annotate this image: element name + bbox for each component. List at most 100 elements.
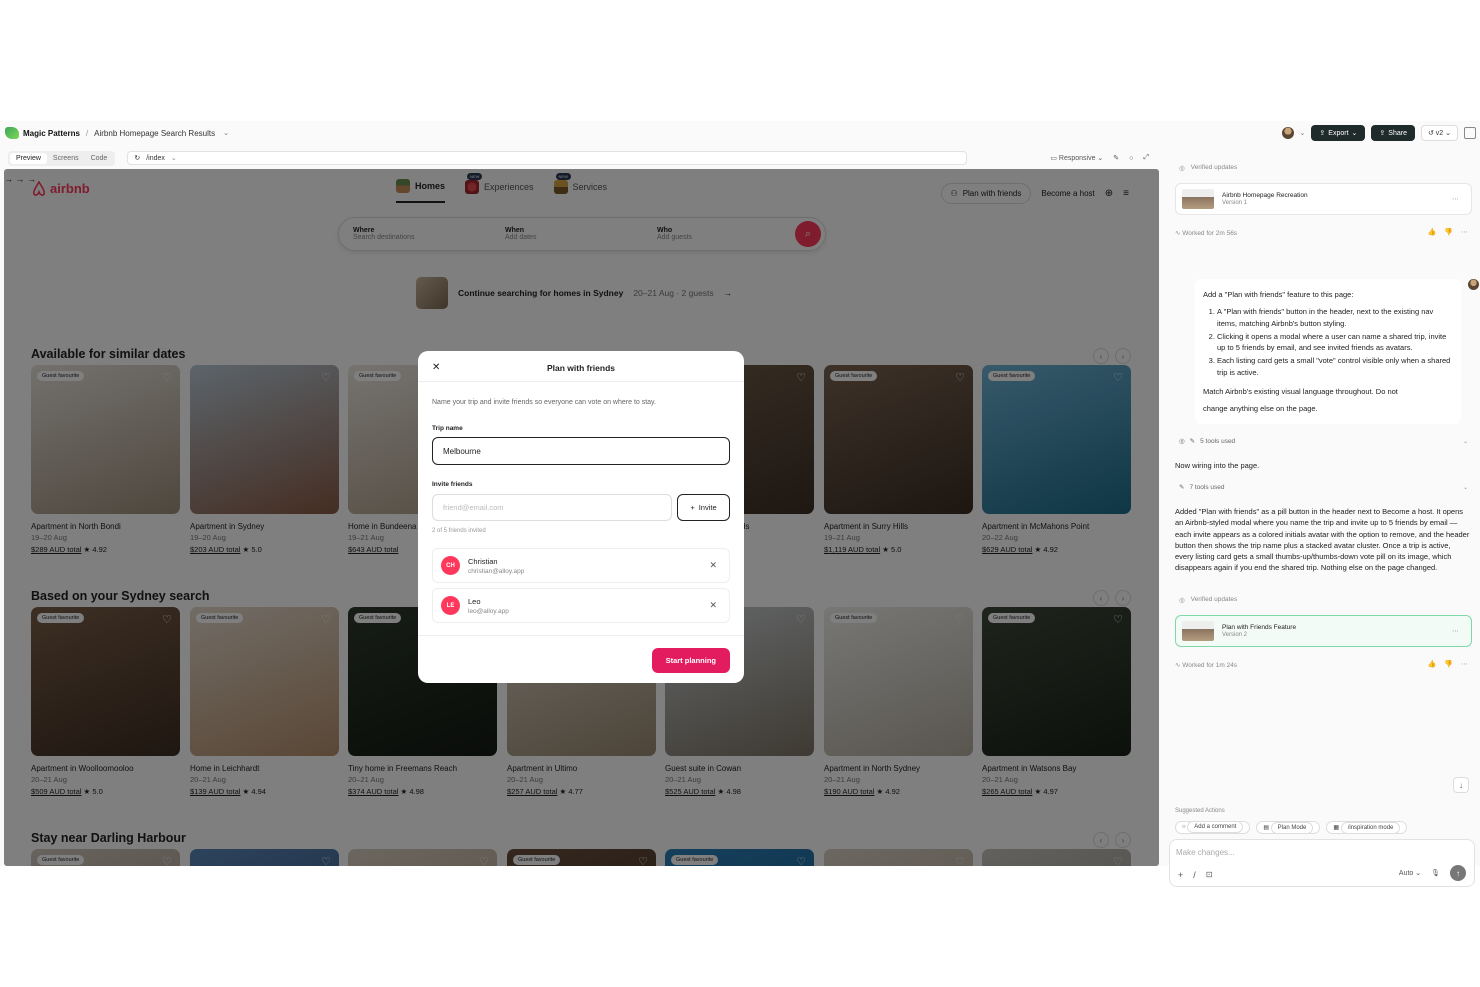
version-card-2[interactable]: Plan with Friends Feature Version 2 ⋯ bbox=[1175, 615, 1472, 647]
magic-patterns-logo-icon[interactable] bbox=[5, 127, 19, 139]
app-window: Magic Patterns / Airbnb Homepage Search … bbox=[0, 121, 1480, 887]
thumbs-down-icon[interactable]: 👎 bbox=[1444, 228, 1453, 236]
chevron-down-icon[interactable]: ⌄ bbox=[1463, 438, 1468, 445]
preview-toolbar: Preview Screens Code ↻ /index ⌄ ▭ Respon… bbox=[4, 148, 1159, 168]
pencil-icon: ✎ bbox=[1189, 438, 1196, 445]
send-button[interactable]: ↑ bbox=[1450, 865, 1466, 881]
comment-icon[interactable]: ○ bbox=[1129, 155, 1133, 162]
edit-icon[interactable]: ✎ bbox=[1113, 154, 1119, 162]
start-planning-button[interactable]: Start planning bbox=[651, 648, 730, 673]
chevron-down-icon[interactable]: ⌄ bbox=[1300, 129, 1306, 137]
add-comment-chip[interactable]: ○ Add a comment bbox=[1175, 821, 1251, 834]
invite-button[interactable]: + Invite bbox=[677, 494, 730, 521]
tab-screens[interactable]: Screens bbox=[47, 153, 85, 164]
verified-updates-2: ◎ Verified updates bbox=[1179, 596, 1237, 604]
panel-toggle-icon[interactable] bbox=[1464, 127, 1476, 139]
viewport-selector[interactable]: ▭ Responsive ⌄ bbox=[1050, 154, 1103, 162]
slash-command-icon[interactable]: / bbox=[1193, 870, 1196, 880]
inspiration-mode-chip[interactable]: ▦ /inspiration mode bbox=[1326, 821, 1408, 834]
refresh-icon[interactable]: ↻ bbox=[134, 154, 140, 162]
friend-email-input[interactable]: friend@email.com bbox=[432, 494, 672, 521]
export-button[interactable]: ⇪ Export ⌄ bbox=[1311, 125, 1366, 141]
arrow-up-icon: ↑ bbox=[1456, 868, 1460, 878]
scroll-down-button[interactable]: ↓ bbox=[1453, 777, 1469, 793]
user-avatar[interactable] bbox=[1281, 127, 1294, 139]
chat-composer[interactable]: Make changes... + / ⊡ Auto ⌄ 🎙 ↑ bbox=[1169, 839, 1475, 887]
plan-mode-chip[interactable]: ▤ Plan Mode bbox=[1256, 821, 1321, 834]
version-thumbnail bbox=[1182, 189, 1214, 209]
worked-time-1: ∿ Worked for 2m 56s bbox=[1175, 229, 1237, 237]
version-selector[interactable]: ↺ v2 ⌄ bbox=[1420, 125, 1458, 141]
suggested-actions: ○ Add a comment ▤ Plan Mode ▦ /inspirati… bbox=[1175, 821, 1408, 834]
preview-tools: ▭ Responsive ⌄ ✎ ○ ⤢ bbox=[1050, 154, 1149, 162]
top-bar: Magic Patterns / Airbnb Homepage Search … bbox=[0, 121, 1480, 145]
friend-email: christian@alloy.app bbox=[468, 567, 525, 575]
model-selector[interactable]: Auto ⌄ bbox=[1399, 869, 1421, 877]
chevron-down-icon[interactable]: ⌄ bbox=[171, 154, 177, 162]
chip-label: Plan Mode bbox=[1270, 822, 1314, 834]
breadcrumb-separator: / bbox=[85, 128, 89, 138]
prompt-item: A "Plan with friends" button in the head… bbox=[1217, 306, 1453, 329]
history-icon: ↺ bbox=[1427, 130, 1436, 137]
plus-icon: + bbox=[690, 503, 695, 512]
version-subtitle: Version 2 bbox=[1222, 632, 1248, 638]
more-icon[interactable]: ⋯ bbox=[1461, 228, 1468, 236]
top-actions: ⌄ ⇪ Export ⌄ ⇪ Share ↺ v2 ⌄ bbox=[1281, 123, 1480, 143]
expand-icon[interactable]: ⤢ bbox=[1143, 154, 1149, 162]
thumbs-down-icon[interactable]: 👎 bbox=[1444, 660, 1453, 668]
invite-label: Invite bbox=[698, 503, 717, 512]
view-tabs: Preview Screens Code bbox=[8, 150, 116, 166]
more-icon[interactable]: ⋯ bbox=[1461, 660, 1468, 668]
tab-code[interactable]: Code bbox=[85, 153, 114, 164]
composer-right: Auto ⌄ 🎙 ↑ bbox=[1399, 865, 1466, 881]
export-icon: ⇪ bbox=[1319, 130, 1326, 137]
chat-panel: ◎ Verified updates Airbnb Homepage Recrea… bbox=[1163, 145, 1480, 887]
tools-used-2[interactable]: ✎ 7 tools used bbox=[1179, 483, 1225, 492]
friend-avatar: LE bbox=[441, 596, 460, 615]
microphone-icon[interactable]: 🎙 bbox=[1431, 869, 1440, 877]
user-prompt: Add a "Plan with friends" feature to thi… bbox=[1195, 279, 1461, 425]
prompt-outro: Match Airbnb's existing visual language … bbox=[1203, 386, 1398, 396]
share-button[interactable]: ⇪ Share bbox=[1371, 125, 1415, 141]
prompt-list: A "Plan with friends" button in the head… bbox=[1217, 306, 1453, 378]
chip-label: /inspiration mode bbox=[1340, 822, 1401, 834]
thumbs-up-icon[interactable]: 👍 bbox=[1428, 228, 1437, 236]
brand-name[interactable]: Magic Patterns bbox=[23, 129, 80, 138]
chevron-down-icon[interactable]: ⌄ bbox=[223, 129, 229, 137]
composer-placeholder: Make changes... bbox=[1176, 848, 1235, 857]
more-icon[interactable]: ⋯ bbox=[1452, 195, 1459, 203]
plus-icon[interactable]: + bbox=[1178, 870, 1183, 880]
version-card-1[interactable]: Airbnb Homepage Recreation Version 1 ⋯ bbox=[1175, 183, 1472, 215]
share-icon: ⇪ bbox=[1379, 130, 1386, 137]
trip-name-label: Trip name bbox=[432, 425, 463, 432]
attach-icon[interactable]: ⊡ bbox=[1206, 870, 1213, 880]
chip-label: Add a comment bbox=[1187, 821, 1244, 833]
url-bar[interactable]: ↻ /index ⌄ bbox=[127, 151, 968, 165]
friend-name: Christian bbox=[468, 556, 498, 566]
chevron-down-icon[interactable]: ⌄ bbox=[1463, 484, 1468, 491]
model-label: Auto bbox=[1398, 870, 1414, 877]
assistant-message: Now wiring into the page. bbox=[1175, 461, 1260, 470]
assistant-summary: Added "Plan with friends" as a pill butt… bbox=[1175, 507, 1470, 573]
trip-name-input[interactable]: Melbourne bbox=[432, 437, 730, 465]
remove-friend-icon[interactable]: ✕ bbox=[709, 560, 717, 571]
url-path[interactable]: /index bbox=[146, 155, 165, 162]
check-circle-icon: ◎ bbox=[1179, 597, 1185, 604]
invite-count: 2 of 5 friends invited bbox=[432, 528, 486, 534]
pencil-icon: ✎ bbox=[1179, 484, 1185, 491]
verified-label: Verified updates bbox=[1190, 596, 1238, 603]
thumbs-up-icon[interactable]: 👍 bbox=[1428, 660, 1437, 668]
project-title[interactable]: Airbnb Homepage Search Results bbox=[94, 129, 215, 138]
version-subtitle: Version 1 bbox=[1222, 200, 1248, 206]
tools-used-1[interactable]: ◎ ✎ 5 tools used bbox=[1179, 437, 1235, 446]
preview-canvas: airbnb Homes NEW Experiences NEW Service… bbox=[4, 169, 1159, 866]
prompt-intro: Add a "Plan with friends" feature to thi… bbox=[1203, 290, 1354, 299]
friend-row: LE Leo leo@alloy.app ✕ bbox=[432, 588, 730, 623]
remove-friend-icon[interactable]: ✕ bbox=[709, 600, 717, 611]
friend-name: Leo bbox=[468, 596, 481, 606]
check-circle-icon: ◎ bbox=[1179, 165, 1185, 172]
more-icon[interactable]: ⋯ bbox=[1452, 627, 1459, 635]
tab-preview[interactable]: Preview bbox=[10, 152, 47, 164]
composer-tools: + / ⊡ bbox=[1178, 870, 1212, 880]
export-label: Export bbox=[1328, 129, 1349, 137]
